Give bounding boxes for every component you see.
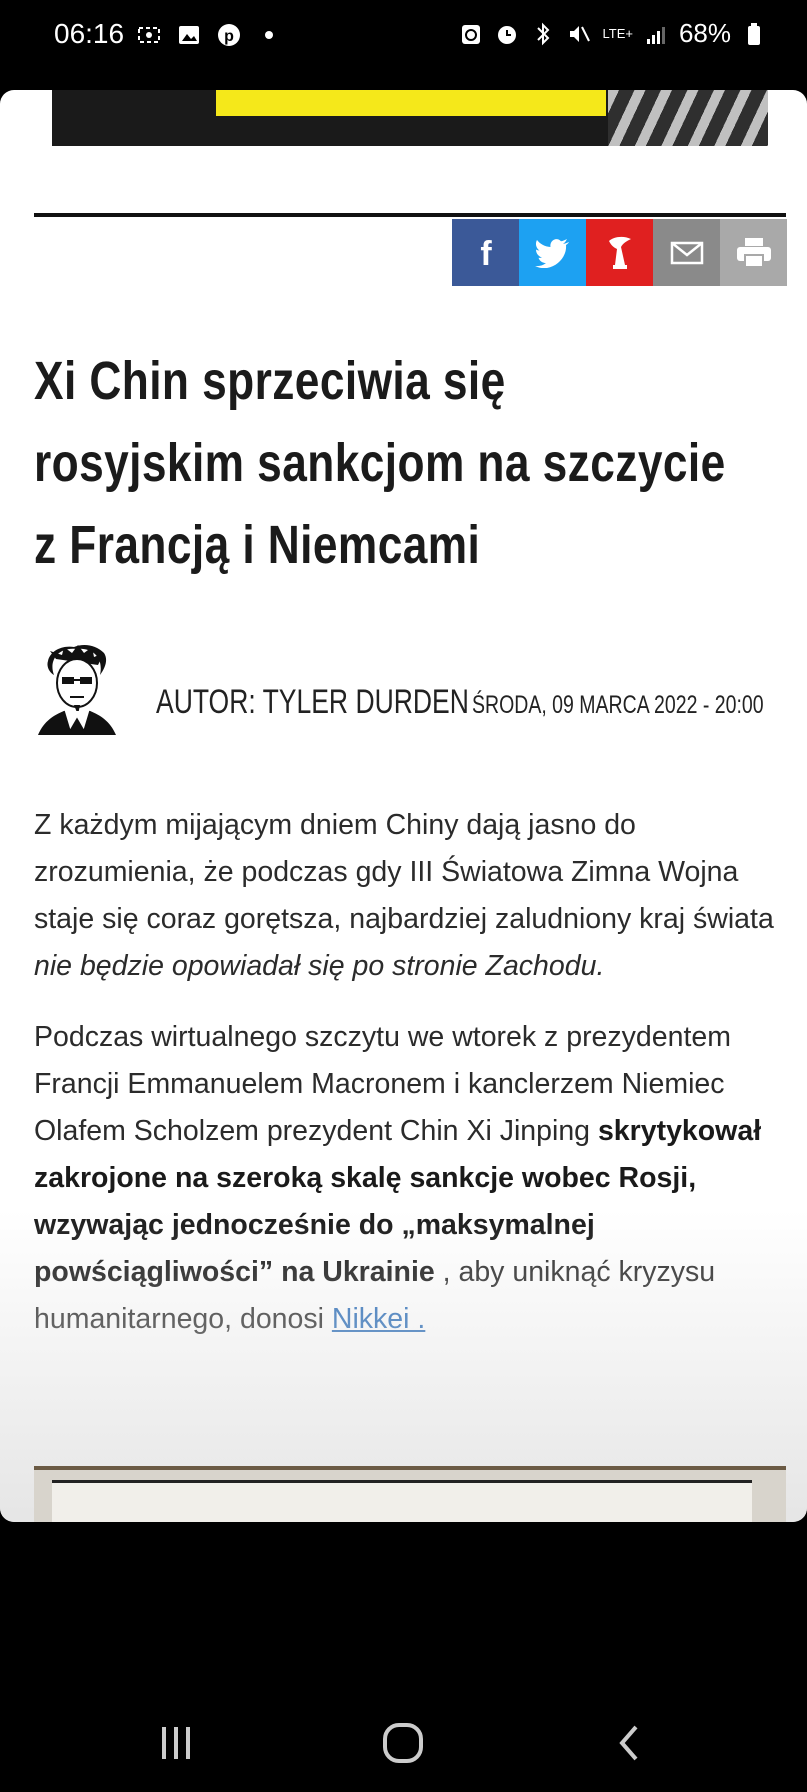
article-body: Z każdym mijającym dniem Chiny dają jasn… <box>34 802 794 1367</box>
status-time: 06:16 <box>54 18 125 49</box>
screenshot-icon <box>136 22 162 48</box>
battery-icon <box>741 21 767 47</box>
title-line: Xi Chin sprzeciwia się <box>34 351 506 411</box>
ad-banner[interactable] <box>52 90 768 146</box>
alarm-icon <box>494 21 520 47</box>
status-bar: 06:16 p LTE+ 68% <box>0 0 807 86</box>
email-icon <box>670 241 703 264</box>
svg-text:p: p <box>224 28 234 45</box>
system-icons: LTE+ 68% <box>458 18 767 49</box>
paragraph-italic: nie będzie opowiadał się po stronie Zach… <box>34 950 605 982</box>
title-line: rosyjskim sankcjom na szczycie <box>34 433 726 493</box>
wykop-share-button[interactable] <box>586 219 653 286</box>
article-image[interactable] <box>34 1466 786 1522</box>
article-image-content <box>52 1480 752 1522</box>
print-button[interactable] <box>720 219 787 286</box>
twitter-share-button[interactable] <box>519 219 586 286</box>
home-icon <box>383 1723 423 1763</box>
publish-date: ŚRODA, 09 MARCA 2022 - 20:00 <box>472 691 764 719</box>
article-title: Xi Chin sprzeciwia się rosyjskim sankcjo… <box>34 340 797 586</box>
print-icon <box>736 237 771 268</box>
ad-yellow-block <box>216 90 606 116</box>
network-type: LTE+ <box>602 25 633 41</box>
paragraph: Z każdym mijającym dniem Chiny dają jasn… <box>34 802 794 990</box>
author-avatar[interactable] <box>34 645 118 737</box>
recent-apps-button[interactable] <box>146 1718 206 1768</box>
mute-icon <box>566 21 592 47</box>
paragraph: Podczas wirtualnego szczytu we wtorek z … <box>34 1014 794 1343</box>
recent-apps-icon <box>162 1727 190 1759</box>
title-line: z Francją i Niemcami <box>34 515 481 575</box>
recycle-icon <box>458 21 484 47</box>
dot-icon <box>256 22 282 48</box>
email-share-button[interactable] <box>653 219 720 286</box>
pinterest-icon: p <box>216 22 242 48</box>
back-icon <box>619 1725 638 1761</box>
paragraph-text: Z każdym mijającym dniem Chiny dają jasn… <box>34 809 774 935</box>
twitter-icon <box>534 238 569 268</box>
navigation-bar <box>0 1690 807 1792</box>
svg-text:f: f <box>480 236 492 270</box>
source-link[interactable]: Nikkei . <box>332 1303 425 1335</box>
back-button[interactable] <box>600 1718 660 1768</box>
bluetooth-icon <box>530 21 556 47</box>
browser-page: f Xi Chin sprzeciwia się rosyjskim sankc… <box>0 90 807 1522</box>
home-button[interactable] <box>373 1718 433 1768</box>
wykop-icon <box>608 236 631 269</box>
battery-level: 68% <box>678 18 731 48</box>
ad-image <box>608 90 768 146</box>
signal-icon <box>643 21 669 47</box>
gallery-icon <box>176 22 202 48</box>
author-name[interactable]: AUTOR: TYLER DURDEN <box>156 683 469 722</box>
facebook-share-button[interactable]: f <box>452 219 519 286</box>
facebook-icon: f <box>480 236 492 270</box>
header-rule <box>34 213 786 217</box>
notification-icons: p <box>136 22 282 48</box>
byline: AUTOR: TYLER DURDEN ŚRODA, 09 MARCA 2022… <box>34 645 794 745</box>
share-bar: f <box>452 219 787 286</box>
